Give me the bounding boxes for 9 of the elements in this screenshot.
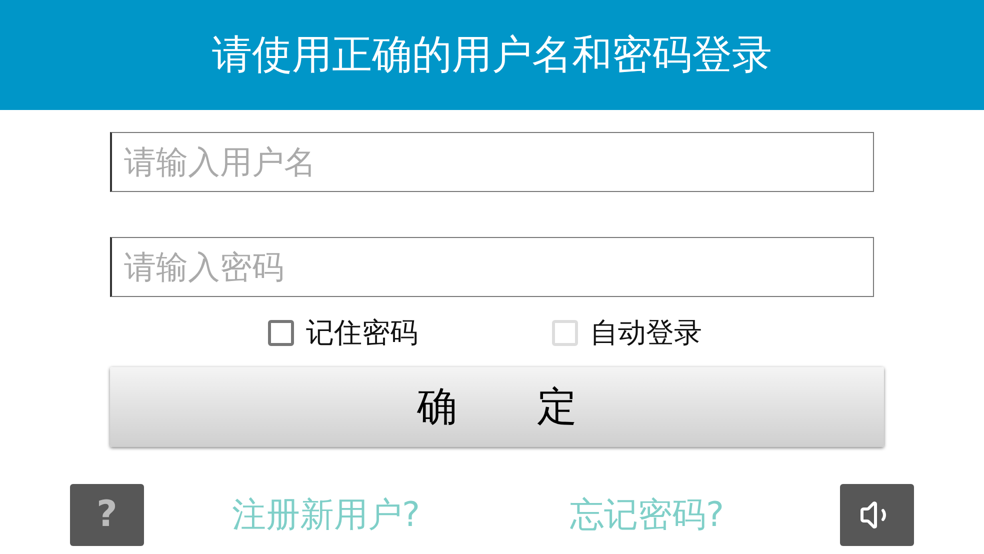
password-field[interactable]: 请输入密码: [110, 237, 874, 297]
help-button[interactable]: ?: [70, 484, 144, 546]
sound-button[interactable]: [840, 484, 914, 546]
header-title: 请使用正确的用户名和密码登录: [212, 31, 772, 80]
checkbox[interactable]: [268, 320, 294, 346]
confirm-button[interactable]: 确 定: [110, 367, 884, 447]
checkbox-label: 自动登录: [590, 315, 702, 351]
username-field[interactable]: 请输入用户名: [110, 132, 874, 192]
checkbox-label: 记住密码: [306, 315, 418, 351]
